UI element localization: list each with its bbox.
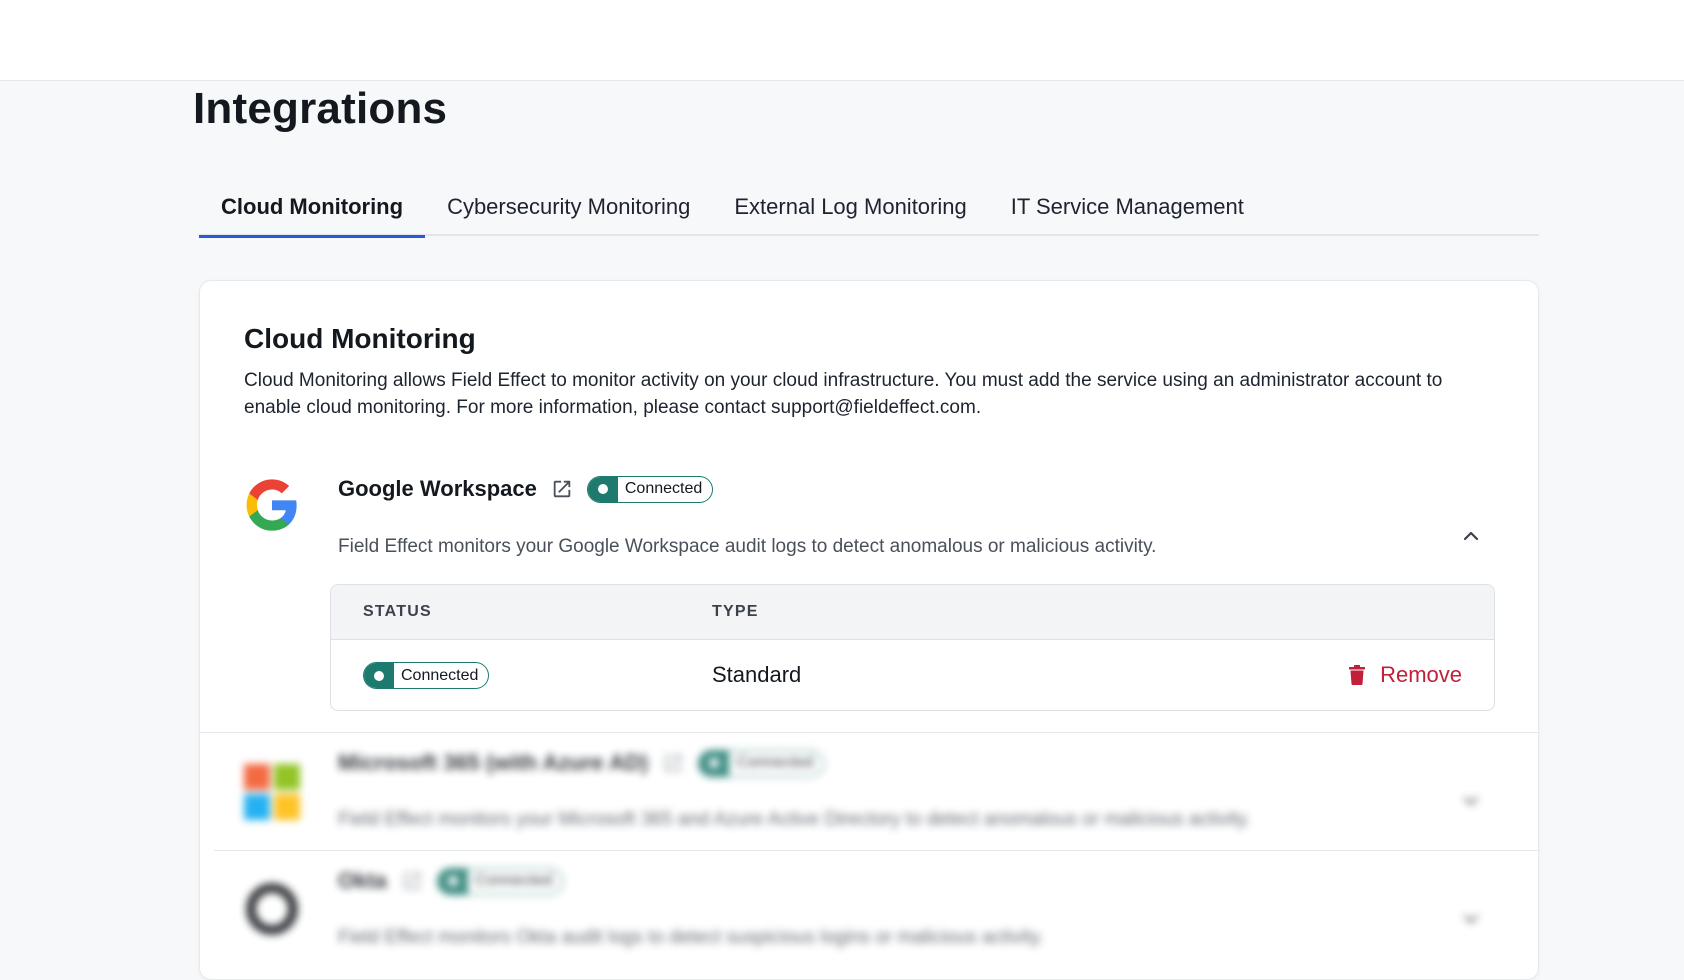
status-badge: Connected [436,867,564,895]
remove-button[interactable]: Remove [1348,662,1462,688]
integration-description: Field Effect monitors your Microsoft 365… [338,809,1251,830]
type-value: Standard [712,662,802,687]
external-link-icon[interactable] [401,870,423,892]
cloud-monitoring-card: Cloud Monitoring Cloud Monitoring allows… [199,280,1540,980]
tab-external-log-monitoring[interactable]: External Log Monitoring [712,186,988,236]
external-link-icon[interactable] [551,478,573,500]
section-description: Cloud Monitoring allows Field Effect to … [244,370,1443,418]
status-dot-icon [699,750,730,776]
integration-description: Field Effect monitors your Google Worksp… [338,536,1157,557]
divider [200,732,1540,733]
status-badge: Connected [363,662,490,689]
integration-name: Google Workspace [338,476,537,501]
integration-description: Field Effect monitors Okta audit logs to… [338,927,1044,948]
status-dot-icon [364,663,394,688]
integration-header: Okta Connected [338,865,564,897]
trash-icon [1349,665,1366,685]
google-logo-icon [246,479,297,531]
top-bar [0,0,1684,81]
chevron-up-icon[interactable] [1459,524,1483,548]
section-title: Cloud Monitoring [244,323,476,354]
column-header-type: TYPE [712,603,759,620]
integration-detail-table: STATUS TYPE Connected Standard Remove [330,584,1495,711]
remove-label: Remove [1380,662,1462,687]
tab-bar: Cloud Monitoring Cybersecurity Monitorin… [199,186,1539,238]
integration-name: Okta [338,868,387,893]
integration-header: Microsoft 365 (with Azure AD) Connected [338,747,825,779]
tab-it-service-management[interactable]: IT Service Management [989,186,1266,236]
table-row: Connected Standard Remove [331,640,1494,710]
integration-name: Microsoft 365 (with Azure AD) [338,750,649,775]
tab-cloud-monitoring[interactable]: Cloud Monitoring [199,186,426,238]
chevron-down-icon[interactable] [1459,789,1483,813]
chevron-down-icon[interactable] [1459,907,1483,931]
tab-cybersecurity-monitoring[interactable]: Cybersecurity Monitoring [425,186,712,236]
table-header: STATUS TYPE [331,585,1494,640]
external-link-icon[interactable] [662,752,684,774]
status-dot-icon [587,476,618,502]
status-badge: Connected [586,475,714,503]
status-badge: Connected [698,749,825,777]
okta-logo-icon [246,883,298,935]
microsoft-logo-icon [244,764,300,820]
column-header-status: STATUS [363,603,432,620]
page-title: Integrations [193,84,448,133]
integration-header: Google Workspace Connected [338,473,714,505]
status-dot-icon [437,868,468,894]
divider [214,850,1540,851]
